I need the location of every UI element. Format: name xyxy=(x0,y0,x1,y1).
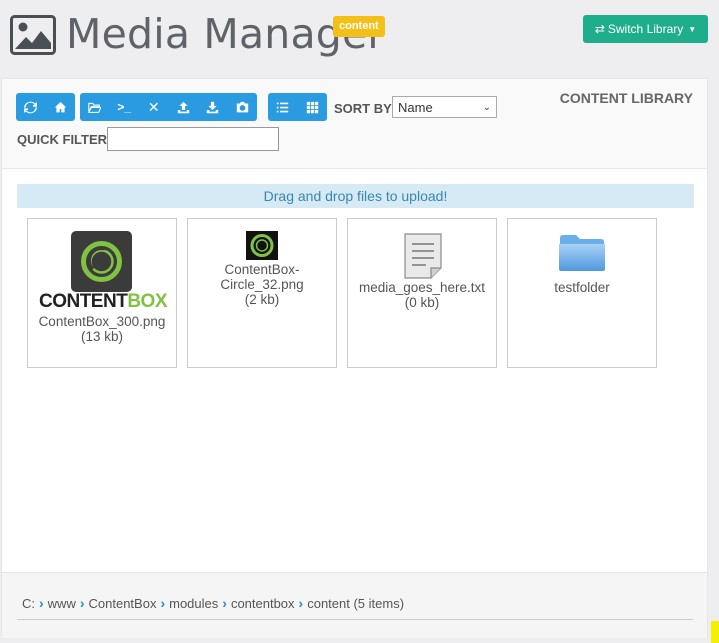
breadcrumb-item[interactable]: ContentBox xyxy=(89,596,157,611)
grid-view-button[interactable] xyxy=(297,93,327,121)
caret-down-icon: ▼ xyxy=(688,24,697,34)
quick-filter-input[interactable] xyxy=(107,127,279,151)
home-button[interactable] xyxy=(45,93,75,121)
new-folder-button[interactable] xyxy=(80,93,110,121)
chevron-right-icon: › xyxy=(222,595,227,611)
chevron-down-icon: ⌄ xyxy=(482,101,491,113)
view-button-group xyxy=(268,93,327,121)
breadcrumb-item[interactable]: C: xyxy=(22,596,35,611)
file-name-line2: Circle_32.png xyxy=(220,277,304,292)
sort-by-select[interactable]: Name ⌄ xyxy=(392,96,497,118)
chevron-right-icon: › xyxy=(160,595,166,611)
file-item[interactable]: ContentBox- Circle_32.png (2 kb) xyxy=(187,218,337,368)
camera-icon xyxy=(236,101,248,112)
quick-filter-label: QUICK FILTER xyxy=(17,132,108,147)
contentbox-circle-icon xyxy=(81,241,122,282)
breadcrumb-item[interactable]: www xyxy=(48,596,76,611)
breadcrumb-current: content (5 items) xyxy=(307,595,405,611)
exchange-icon: ⇄ xyxy=(594,22,605,36)
file-item[interactable]: CONTENTBOX ContentBox_300.png (13 kb) xyxy=(27,218,177,368)
folder-item[interactable]: testfolder xyxy=(507,218,657,368)
contentbox-wordmark: CONTENTBOX xyxy=(38,291,168,312)
list-view-icon xyxy=(277,102,289,112)
terminal-button[interactable]: >_ xyxy=(109,93,139,121)
switch-library-button[interactable]: ⇄ Switch Library ▼ xyxy=(583,15,708,43)
upload-button[interactable] xyxy=(168,93,198,121)
nav-button-group xyxy=(16,93,75,121)
folder-icon xyxy=(559,235,605,271)
file-size: (0 kb) xyxy=(404,295,440,310)
camera-button[interactable] xyxy=(227,93,257,121)
toolbar: >_ ✕ SORT BY Name ⌄ CONTENT LIBRARY QUIC… xyxy=(2,79,707,169)
switch-library-label: Switch Library xyxy=(607,22,684,36)
download-button[interactable] xyxy=(198,93,228,121)
delete-icon: ✕ xyxy=(147,98,160,115)
terminal-icon: >_ xyxy=(117,100,132,114)
upload-icon xyxy=(177,101,189,113)
breadcrumb-item[interactable]: contentbox xyxy=(231,596,295,611)
library-badge: content xyxy=(333,16,385,37)
chevron-right-icon: › xyxy=(79,595,85,611)
folder-open-icon xyxy=(88,102,102,113)
breadcrumb: C: › www › ContentBox › modules › conten… xyxy=(22,595,404,611)
file-name: ContentBox_300.png xyxy=(38,314,166,329)
upload-dropzone[interactable]: Drag and drop files to upload! xyxy=(17,184,694,208)
divider xyxy=(17,619,693,620)
delete-button[interactable]: ✕ xyxy=(139,93,169,121)
download-icon xyxy=(207,101,219,113)
page-header: Media Manager content ⇄ Switch Library ▼ xyxy=(0,0,719,78)
refresh-icon xyxy=(24,101,38,113)
file-name: media_goes_here.txt xyxy=(358,280,486,295)
file-name-line1: ContentBox- xyxy=(224,262,300,277)
scroll-marker xyxy=(711,621,719,643)
chevron-right-icon: › xyxy=(298,595,304,611)
list-view-button[interactable] xyxy=(268,93,298,121)
breadcrumb-item[interactable]: modules xyxy=(169,596,218,611)
grid-view-icon xyxy=(306,101,318,113)
file-size: (2 kb) xyxy=(244,292,280,307)
text-file-icon xyxy=(404,233,442,279)
home-icon xyxy=(54,101,66,112)
folder-name: testfolder xyxy=(554,280,610,295)
chevron-right-icon: › xyxy=(39,595,44,611)
breadcrumb-bar: C: › www › ContentBox › modules › conten… xyxy=(2,572,707,638)
action-button-group: >_ ✕ xyxy=(80,93,257,121)
library-label: CONTENT LIBRARY xyxy=(559,90,693,106)
sort-by-value: Name xyxy=(398,99,433,115)
media-panel: >_ ✕ SORT BY Name ⌄ CONTENT LIBRARY QUIC… xyxy=(1,78,708,638)
sort-by-label: SORT BY xyxy=(334,101,392,116)
file-item[interactable]: media_goes_here.txt (0 kb) xyxy=(347,218,497,368)
contentbox-logo-image xyxy=(71,231,132,292)
file-size: (13 kb) xyxy=(80,329,124,344)
image-icon xyxy=(10,15,56,55)
contentbox-circle-thumbnail xyxy=(246,231,278,260)
refresh-button[interactable] xyxy=(16,93,46,121)
